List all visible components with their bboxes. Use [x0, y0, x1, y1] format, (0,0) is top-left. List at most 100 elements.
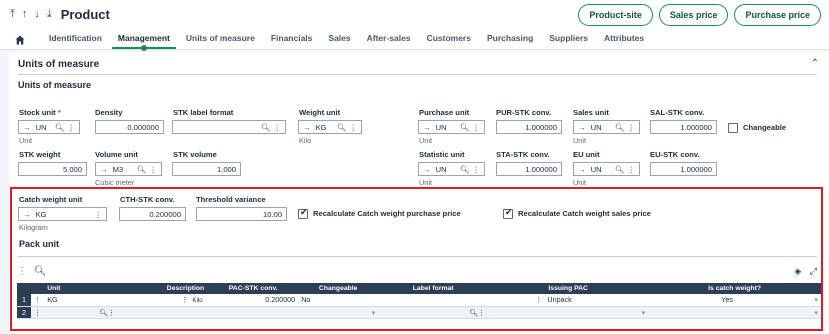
tab-after-sales[interactable]: After-sales	[359, 33, 419, 49]
pac-stk-conv-cell[interactable]	[208, 306, 299, 319]
column-header-unit[interactable]: Unit	[44, 283, 119, 294]
search-icon[interactable]: 🔍︎	[99, 308, 108, 317]
product-site-button[interactable]: Product-site	[578, 4, 653, 26]
more-icon[interactable]: ⋮	[149, 165, 157, 174]
tab-units-of-measure[interactable]: Units of measure	[178, 33, 263, 49]
sales-price-button[interactable]: Sales price	[658, 4, 729, 26]
recalc-sales-checkbox[interactable]	[503, 207, 513, 219]
is-catch-weight-cell[interactable]: ▾	[648, 306, 821, 319]
home-icon[interactable]	[15, 31, 31, 49]
dropdown-arrow-icon[interactable]: ▾	[814, 295, 818, 304]
density-field[interactable]: 0.000000	[95, 120, 164, 134]
tab-customers[interactable]: Customers	[419, 33, 479, 49]
issuing-menu-icon[interactable]: ⋮	[535, 295, 542, 304]
stock-unit-field[interactable]: → UN 🔍︎ ⋮	[18, 120, 80, 134]
column-header-label-format[interactable]: Label format	[378, 283, 489, 294]
is-catch-weight-cell[interactable]: Yes ▾	[648, 294, 821, 307]
collapse-icon[interactable]: ⌃	[811, 58, 819, 69]
first-record-icon[interactable]: ⤒	[10, 8, 15, 21]
eu-unit-field[interactable]: → UN 🔍︎ ⋮	[573, 162, 640, 176]
label-format-cell[interactable]	[378, 294, 489, 307]
threshold-variance-field[interactable]: 10.00	[196, 207, 287, 221]
description-cell[interactable]	[118, 306, 209, 319]
eu-stk-conv-field[interactable]: 1.000000	[650, 162, 717, 176]
tab-management[interactable]: Management	[110, 33, 178, 51]
eu-unit-label: EU unit	[573, 150, 600, 159]
more-icon[interactable]: ⋮	[67, 123, 75, 132]
expand-icon[interactable]: ⤢	[810, 266, 817, 276]
grid-search-icon[interactable]: 🔍︎	[34, 266, 47, 277]
tab-attributes[interactable]: Attributes	[596, 33, 652, 49]
sta-stk-conv-field[interactable]: 1.000000	[496, 162, 562, 176]
issuing-pac-cell[interactable]: ▾	[488, 306, 649, 319]
dropdown-arrow-icon[interactable]: ▾	[814, 308, 818, 317]
row-menu-icon[interactable]: ⋮	[31, 294, 45, 307]
pac-stk-conv-cell[interactable]: 0.200000	[208, 294, 299, 307]
changeable-cell[interactable]: No	[298, 294, 379, 307]
column-header-description[interactable]: Description	[118, 283, 209, 294]
tab-purchasing[interactable]: Purchasing	[479, 33, 541, 49]
search-icon[interactable]: 🔍︎	[460, 123, 470, 132]
sal-stk-conv-field[interactable]: 1.000000	[650, 120, 717, 134]
unit-cell[interactable]: KG	[44, 294, 119, 307]
column-header-pac-stk-conv[interactable]: PAC-STK conv.	[208, 283, 299, 294]
more-icon[interactable]: ⋮	[349, 123, 357, 132]
changeable-checkbox[interactable]	[728, 123, 738, 133]
purchase-unit-field[interactable]: → UN 🔍︎ ⋮	[418, 120, 485, 134]
search-icon[interactable]: 🔍︎	[615, 165, 625, 174]
pur-stk-conv-field[interactable]: 1.000000	[496, 120, 562, 134]
previous-record-icon[interactable]: ↑	[22, 8, 28, 21]
search-icon[interactable]: 🔍︎	[460, 165, 470, 174]
dropdown-arrow-icon[interactable]: ▾	[372, 308, 376, 317]
volume-unit-field[interactable]: → M3 🔍︎ ⋮	[95, 162, 162, 176]
search-icon[interactable]: 🔍︎	[137, 165, 147, 174]
dropdown-arrow-icon[interactable]: ▾	[642, 308, 646, 317]
stk-volume-field[interactable]: 1.000	[172, 162, 241, 176]
column-header-changeable[interactable]: Changeable	[298, 283, 379, 294]
column-header-is-catch-weight[interactable]: Is catch weight?	[648, 283, 821, 294]
changeable-cell[interactable]: ▾	[298, 306, 379, 319]
tab-identification[interactable]: Identification	[41, 33, 110, 49]
more-icon[interactable]: ⋮	[472, 123, 480, 132]
search-icon[interactable]: 🔍︎	[261, 123, 271, 132]
tab-bar: Identification Management Units of measu…	[0, 28, 829, 51]
purchase-price-button[interactable]: Purchase price	[734, 4, 821, 26]
issuing-pac-value: Unpack	[547, 295, 572, 305]
more-icon[interactable]: ⋮	[627, 165, 635, 174]
statistic-unit-field[interactable]: → UN 🔍︎ ⋮	[418, 162, 485, 176]
sales-unit-field[interactable]: → UN 🔍︎ ⋮	[573, 120, 640, 134]
catch-weight-unit-field[interactable]: → KG ⋮	[18, 207, 107, 221]
tab-suppliers[interactable]: Suppliers	[541, 33, 596, 49]
stk-label-format-field[interactable]: 🔍︎ ⋮	[172, 120, 286, 134]
search-icon[interactable]: 🔍︎	[469, 308, 478, 317]
row-menu-icon[interactable]: ⋮	[31, 306, 45, 319]
cth-stk-conv-field[interactable]: 0.200000	[119, 207, 186, 221]
more-icon[interactable]: ⋮	[478, 308, 485, 317]
more-icon[interactable]: ⋮	[273, 123, 281, 132]
description-menu-icon[interactable]: ⋮	[181, 295, 188, 304]
cth-stk-conv-label: CTH-STK conv.	[120, 195, 175, 204]
search-icon[interactable]: 🔍︎	[55, 123, 65, 132]
weight-unit-field[interactable]: → KG 🔍︎ ⋮	[298, 120, 362, 134]
description-cell[interactable]: ⋮ Kilo	[118, 294, 209, 307]
recalc-purchase-checkbox[interactable]	[298, 207, 308, 219]
stk-weight-field[interactable]: 5.000	[18, 162, 87, 176]
tab-financials[interactable]: Financials	[263, 33, 321, 49]
more-icon[interactable]: ⋮	[94, 210, 102, 219]
last-record-icon[interactable]: ⤓	[47, 8, 52, 21]
search-icon[interactable]: 🔍︎	[615, 123, 625, 132]
column-header-issuing-pac[interactable]: Issuing PAC	[488, 283, 649, 294]
more-icon[interactable]: ⋮	[472, 165, 480, 174]
issuing-pac-cell[interactable]: ⋮ Unpack	[488, 294, 649, 307]
search-icon[interactable]: 🔍︎	[337, 123, 347, 132]
table-row[interactable]: 1 ⋮ KG ⋮ Kilo 0.200000 No ⋮ Unpack Yes ▾	[17, 294, 821, 307]
next-record-icon[interactable]: ↓	[34, 8, 40, 21]
unit-cell[interactable]: 🔍︎⋮	[44, 306, 119, 319]
tab-sales[interactable]: Sales	[320, 33, 358, 49]
grid-menu-icon[interactable]: ⋮	[17, 266, 27, 277]
layers-icon[interactable]: ◈	[794, 266, 801, 276]
more-icon[interactable]: ⋮	[627, 123, 635, 132]
label-format-cell[interactable]: 🔍︎⋮	[378, 306, 489, 319]
more-icon[interactable]: ⋮	[108, 308, 115, 317]
table-row[interactable]: 2 ⋮ 🔍︎⋮ ▾ 🔍︎⋮ ▾ ▾	[17, 306, 821, 319]
